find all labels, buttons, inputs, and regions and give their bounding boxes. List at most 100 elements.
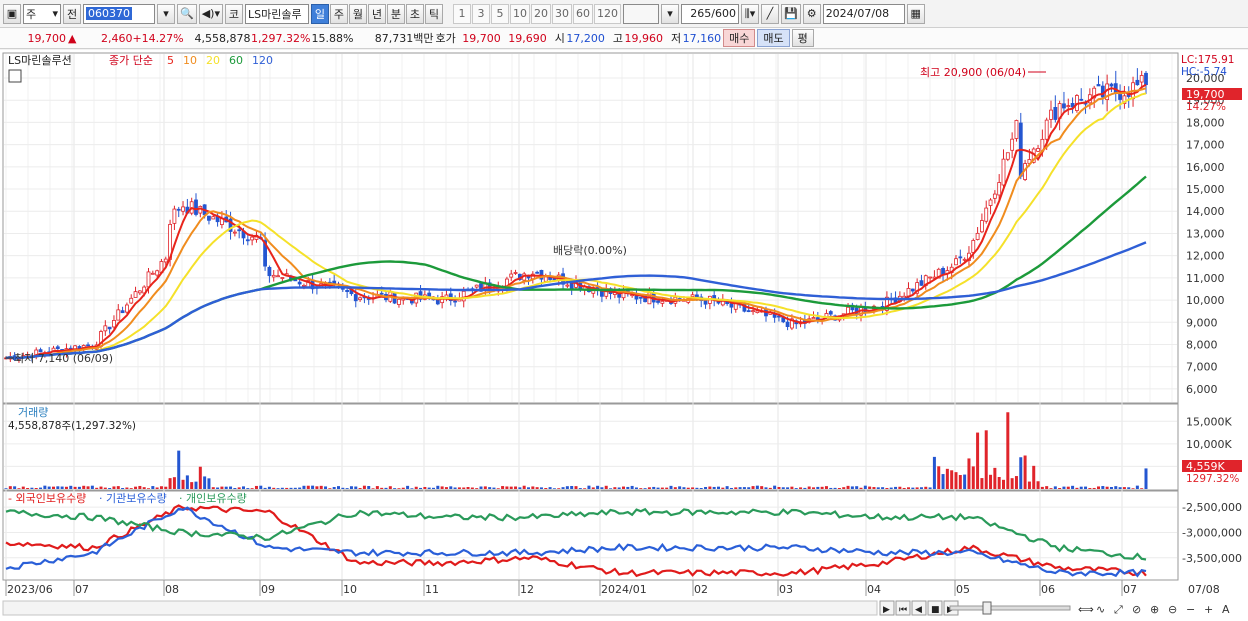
eval-button[interactable]: 평 <box>791 29 814 47</box>
volume-bar <box>280 487 284 489</box>
save-icon[interactable]: 💾 <box>780 3 801 24</box>
candle-body <box>980 220 984 233</box>
volume-bar <box>717 486 720 489</box>
volume-bar <box>1084 486 1088 489</box>
interval-button-120[interactable]: 120 <box>593 3 621 24</box>
volume-bar <box>86 486 90 489</box>
period-tab-5[interactable]: 초 <box>405 3 424 24</box>
x-axis-label: 2023/06 <box>7 583 53 596</box>
speaker-icon[interactable]: ◀)▾ <box>198 3 223 24</box>
volume-bar <box>583 488 587 489</box>
interval-dropdown-icon[interactable]: ▾ <box>660 3 679 24</box>
market-select[interactable]: 주 ▾ <box>23 3 61 24</box>
price-y-tick: 18,000 <box>1186 116 1225 129</box>
volume-bar <box>855 486 859 489</box>
volume-bar <box>13 486 17 489</box>
volume-bar <box>980 478 984 489</box>
volume-bar <box>881 487 885 489</box>
type-button[interactable]: 전 <box>63 3 81 24</box>
period-tab-2[interactable]: 월 <box>348 3 367 24</box>
interval-button-5[interactable]: 5 <box>490 3 509 24</box>
candle-body <box>155 270 160 276</box>
horizontal-scrollbar[interactable] <box>2 600 878 616</box>
period-tab-6[interactable]: 틱 <box>424 3 443 24</box>
chart-area[interactable]: 20,000 19,000 18,000 17,000 16,000 15,000 14,0… <box>0 50 1248 621</box>
calendar-icon[interactable]: ▦ <box>906 3 925 24</box>
stock-name-field[interactable]: LS마린솔루 <box>244 3 309 24</box>
volume-bar <box>691 487 695 489</box>
volume-panel-title: 거래량 <box>18 406 48 419</box>
date-field[interactable]: 2024/07/08 <box>822 3 905 24</box>
volume-bar <box>159 486 163 489</box>
gear-icon[interactable]: ⚙ <box>802 3 821 24</box>
candle-body <box>906 288 911 297</box>
volume-bar <box>26 488 30 489</box>
volume-bar <box>639 488 643 489</box>
candle-style-icon[interactable]: ⫼▾ <box>740 3 759 24</box>
panel-settings-icon[interactable] <box>8 69 22 83</box>
volume-bar <box>755 485 759 489</box>
code-dropdown-icon[interactable]: ▾ <box>157 3 175 24</box>
volume-bar <box>60 486 64 489</box>
interval-button-1[interactable]: 1 <box>452 3 471 24</box>
ask-price: 19,700 <box>462 31 501 45</box>
interval-button-10[interactable]: 10 <box>509 3 530 24</box>
candle-body <box>910 288 915 292</box>
candle-body <box>811 317 816 320</box>
candle-body <box>962 258 967 261</box>
stock-name-value: LS마린솔루 <box>247 7 302 21</box>
buy-button[interactable]: 매수 <box>723 29 756 47</box>
volume-bar <box>250 488 254 489</box>
volume-bar <box>803 487 807 489</box>
chart-canvas[interactable]: 20,00019,00018,00017,00016,00015,00014,0… <box>0 50 1248 621</box>
price-panel-frame <box>2 52 1179 404</box>
x-axis-label: 10 <box>343 583 357 596</box>
interval-button-60[interactable]: 60 <box>572 3 593 24</box>
volume-bar <box>125 487 129 489</box>
candle-body <box>345 290 350 292</box>
period-tab-4[interactable]: 분 <box>386 3 405 24</box>
candle-body <box>280 277 285 279</box>
volume-bar <box>695 487 699 489</box>
candle-body <box>297 281 302 285</box>
candle-body <box>250 236 255 241</box>
volume-bar <box>181 479 185 489</box>
interval-custom-field[interactable] <box>622 3 659 24</box>
data-count-field[interactable]: 265/600 <box>680 3 739 24</box>
volume-bar <box>557 488 561 489</box>
window-menu-icon[interactable]: ▣ <box>3 3 21 24</box>
x-axis-label: 02 <box>694 583 708 596</box>
volume-bar <box>233 488 237 489</box>
period-tab-3[interactable]: 년 <box>367 3 386 24</box>
stock-code-input[interactable]: 060370 <box>83 3 155 24</box>
volume-bar <box>617 487 621 489</box>
period-tab-1[interactable]: 주 <box>329 3 348 24</box>
candle-body <box>1014 120 1019 139</box>
volume-bar <box>345 488 349 489</box>
volume-bar <box>704 486 708 489</box>
volume-bar <box>630 485 634 489</box>
volume-bar <box>164 486 168 489</box>
volume-bar <box>211 487 215 489</box>
interval-button-20[interactable]: 20 <box>530 3 551 24</box>
period-tab-0[interactable]: 일 <box>310 3 329 24</box>
x-axis-label: 06 <box>1041 583 1055 596</box>
volume-bar <box>626 486 630 489</box>
interval-button-3[interactable]: 3 <box>471 3 490 24</box>
volume-bar <box>56 486 60 489</box>
volume-bar <box>224 486 228 489</box>
tool-icon-3: ⊘ <box>1132 603 1141 616</box>
volume-bar <box>414 486 418 489</box>
candle-body <box>958 256 963 259</box>
tool-icon-6: − <box>1186 603 1195 616</box>
draw-tool-icon[interactable]: ╱ <box>760 3 779 24</box>
sell-button[interactable]: 매도 <box>757 29 790 47</box>
volume-bar <box>82 485 86 489</box>
hoga-label: 호가 <box>435 32 456 45</box>
interval-button-30[interactable]: 30 <box>551 3 572 24</box>
high-annotation: 최고 20,900 (06/04) <box>920 66 1026 79</box>
volume-bar <box>963 474 967 489</box>
search-icon[interactable]: 🔍 <box>177 3 197 24</box>
tool-icon-4: ⊕ <box>1150 603 1159 616</box>
volume-bar <box>1027 481 1031 489</box>
